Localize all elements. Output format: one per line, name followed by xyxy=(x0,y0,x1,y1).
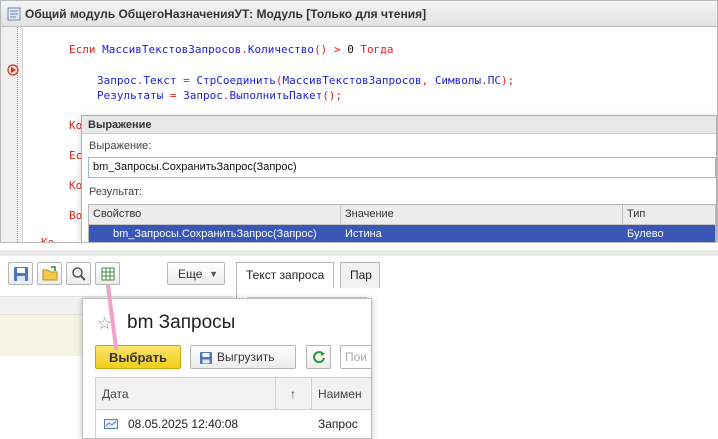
expression-input[interactable]: bm_Запросы.СохранитьЗапрос(Запрос) xyxy=(88,157,716,178)
code-token: Запрос xyxy=(183,89,223,102)
code-token: , xyxy=(421,74,435,87)
code-token: Запрос xyxy=(97,74,137,87)
code-fragment: Ко xyxy=(41,236,55,243)
code-token: МассивТекстовЗапросов xyxy=(282,74,422,87)
expression-label: Выражение: xyxy=(89,140,152,152)
find-button[interactable] xyxy=(66,262,91,285)
code-token: = xyxy=(176,74,197,87)
result-cell-type[interactable]: Булево xyxy=(623,225,715,242)
code-token: Количество xyxy=(247,43,315,56)
code-token: Результаты xyxy=(97,89,164,102)
magnifier-icon xyxy=(72,267,86,281)
code-token: СтрСоединить xyxy=(196,74,276,87)
sort-ascending-icon[interactable]: ↑ xyxy=(276,378,312,410)
form-area: Еще ▼ Текст запроса Пар ☆ bm Запросы Выб… xyxy=(0,256,718,439)
more-label: Еще xyxy=(178,267,203,281)
code-token: Если xyxy=(69,43,96,56)
module-title-bar: Общий модуль ОбщегоНазначенияУТ: Модуль … xyxy=(1,1,717,27)
code-line-if[interactable]: Если МассивТекстовЗапросов.Количество() … xyxy=(69,43,394,57)
code-token: ВыполнитьПакет xyxy=(229,89,323,102)
code-token: . xyxy=(241,43,248,56)
code-token: МассивТекстовЗапросов xyxy=(102,43,242,56)
module-title: Общий модуль ОбщегоНазначенияУТ: Модуль … xyxy=(25,7,427,21)
open-folder-button[interactable] xyxy=(37,262,62,285)
code-line-execute[interactable]: Результаты = Запрос.ВыполнитьПакет(); xyxy=(97,89,342,103)
result-cell-property[interactable]: bm_Запросы.СохранитьЗапрос(Запрос) xyxy=(89,225,341,242)
table-icon xyxy=(101,267,115,281)
save-icon xyxy=(14,267,28,281)
code-token: (); xyxy=(322,89,343,102)
column-header-type[interactable]: Тип xyxy=(623,205,715,225)
result-cell-value[interactable]: Истина xyxy=(341,225,623,242)
export-label: Выгрузить xyxy=(217,350,275,364)
form-title: bm Запросы xyxy=(127,312,236,333)
save-icon xyxy=(200,352,212,364)
more-actions-button[interactable]: Еще ▼ xyxy=(167,262,225,285)
expression-dialog-title[interactable]: Выражение xyxy=(82,116,716,134)
column-header-name[interactable]: Наимен xyxy=(312,378,371,410)
code-token: () xyxy=(314,43,328,56)
column-header-value[interactable]: Значение xyxy=(341,205,623,225)
row-name[interactable]: Запрос xyxy=(312,411,371,437)
module-editor-window: Общий модуль ОбщегоНазначенияУТ: Модуль … xyxy=(0,0,718,243)
refresh-icon xyxy=(313,351,325,364)
code-token: Текст xyxy=(143,74,177,87)
tab-parameters[interactable]: Пар xyxy=(340,262,380,288)
result-label: Результат: xyxy=(89,186,143,198)
code-token: . xyxy=(481,74,488,87)
star-icon[interactable]: ☆ xyxy=(97,314,112,334)
column-header-date[interactable]: Дата xyxy=(96,378,276,410)
current-line-arrow-icon[interactable] xyxy=(7,64,21,76)
select-button[interactable]: Выбрать xyxy=(95,345,181,369)
save-button[interactable] xyxy=(8,262,33,285)
document-row-icon xyxy=(104,419,118,429)
code-token: Тогда xyxy=(353,43,394,56)
result-table: Свойство Значение Тип bm_Запросы.Сохрани… xyxy=(88,204,716,242)
code-token: = xyxy=(163,89,184,102)
export-button[interactable]: Выгрузить xyxy=(190,345,296,369)
code-token: > xyxy=(327,43,348,56)
fold-guide xyxy=(17,27,18,242)
module-icon xyxy=(7,7,21,21)
table-button[interactable] xyxy=(95,262,120,285)
code-gutter[interactable] xyxy=(1,27,23,242)
queries-list: Дата ↑ Наимен 08.05.2025 12:40:08 Запрос xyxy=(95,377,371,438)
code-token: ); xyxy=(501,74,515,87)
column-header-property[interactable]: Свойство xyxy=(89,205,341,225)
tab-query-text[interactable]: Текст запроса xyxy=(236,262,335,288)
code-token: 0 xyxy=(347,43,354,56)
bm-queries-form: ☆ bm Запросы Выбрать Выгрузить Пои Дата … xyxy=(82,298,372,439)
dropdown-arrow-icon: ▼ xyxy=(209,269,218,279)
code-token: ПС xyxy=(487,74,502,87)
code-line-query-text[interactable]: Запрос.Текст = СтрСоединить(МассивТексто… xyxy=(97,74,514,88)
expression-dialog: Выражение Выражение: bm_Запросы.Сохранит… xyxy=(81,115,717,242)
row-date[interactable]: 08.05.2025 12:40:08 xyxy=(122,411,302,437)
open-folder-icon xyxy=(42,266,58,281)
search-input[interactable]: Пои xyxy=(340,345,371,369)
refresh-button[interactable] xyxy=(306,345,331,369)
code-token: Символы xyxy=(434,74,482,87)
